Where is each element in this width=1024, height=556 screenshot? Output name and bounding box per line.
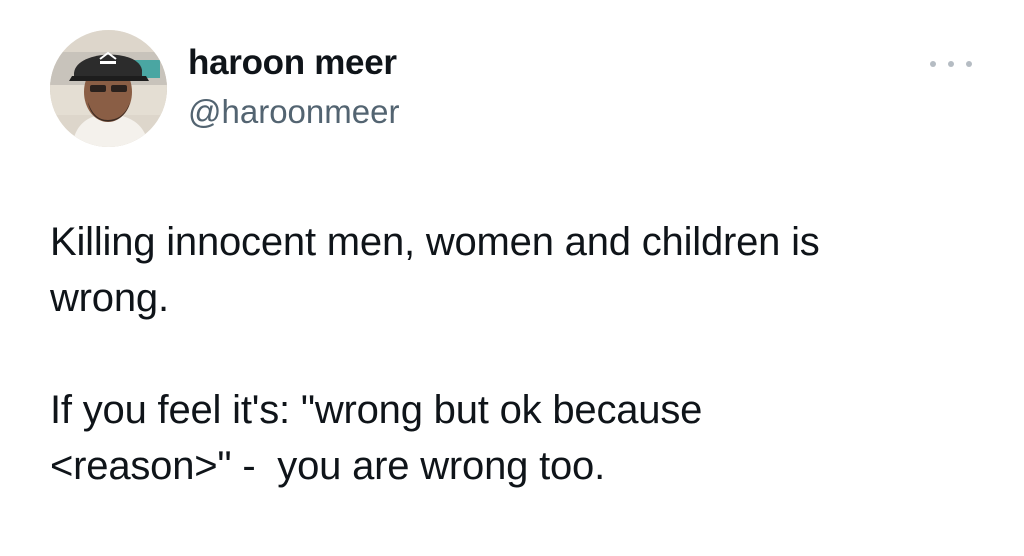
more-horizontal-icon-dot-3 (966, 61, 972, 67)
more-horizontal-icon (930, 61, 936, 67)
author-avatar[interactable] (50, 30, 167, 147)
avatar-photo-icon (50, 30, 167, 147)
more-options-button[interactable] (930, 52, 972, 76)
tweet-paragraph-1: Killing innocent men, women and children… (50, 220, 820, 320)
author-info: haroon meer @haroonmeer (188, 40, 399, 134)
tweet-text: Killing innocent men, women and children… (50, 214, 970, 494)
tweet-card: haroon meer @haroonmeer Killing innocent… (0, 0, 1024, 556)
author-handle[interactable]: @haroonmeer (188, 90, 399, 134)
author-display-name[interactable]: haroon meer (188, 40, 399, 86)
tweet-paragraph-2: If you feel it's: "wrong but ok because … (50, 388, 703, 488)
more-horizontal-icon-dot-2 (948, 61, 954, 67)
